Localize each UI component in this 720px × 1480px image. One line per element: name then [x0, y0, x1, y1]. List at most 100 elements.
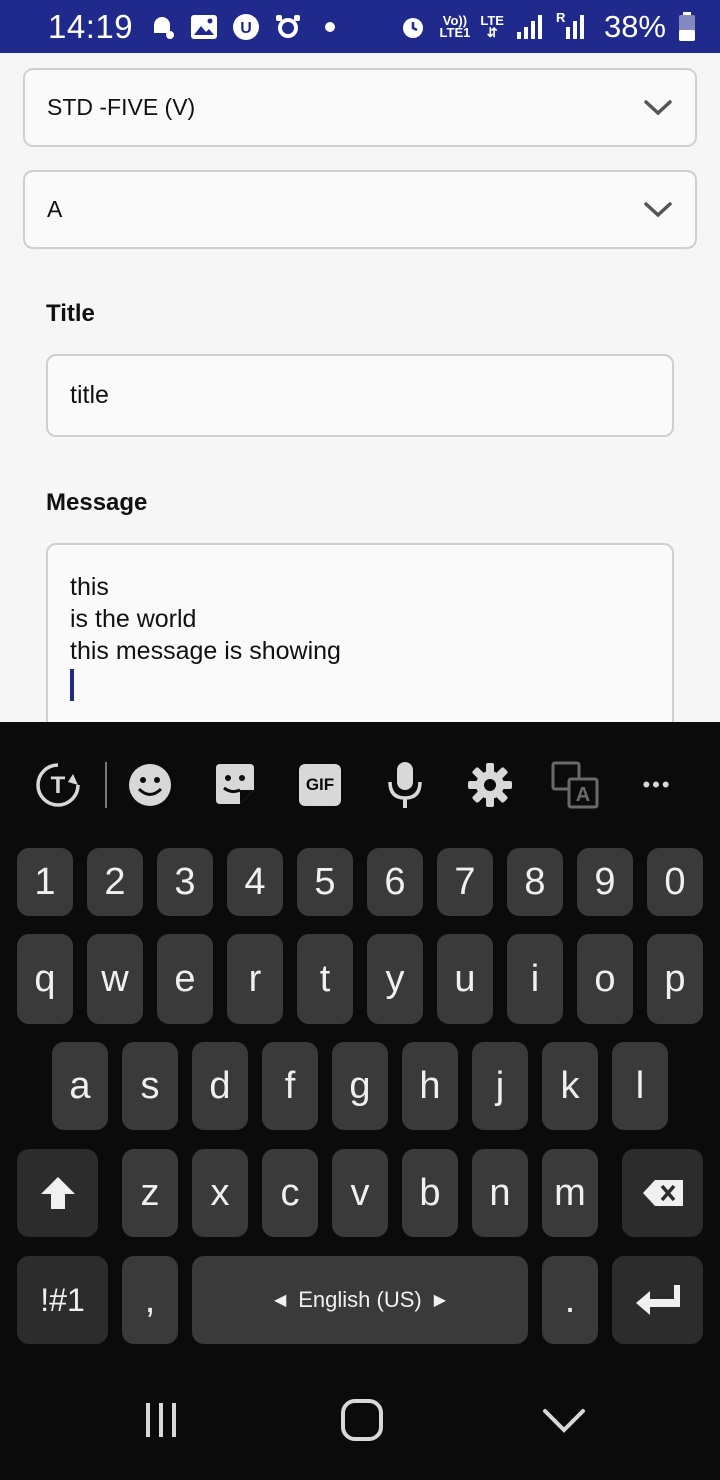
key-e[interactable]: e [157, 934, 213, 1024]
section-dropdown-value: A [47, 196, 63, 222]
settings-icon[interactable] [460, 757, 520, 813]
chevron-down-icon [644, 201, 672, 217]
message-line: this [70, 573, 109, 601]
key-x[interactable]: x [192, 1149, 248, 1237]
title-input[interactable]: title [46, 354, 674, 437]
enter-icon [635, 1285, 680, 1315]
notice-form: STD -FIVE (V) A Title title Message this… [0, 53, 720, 722]
key-u[interactable]: u [437, 934, 493, 1024]
key-9[interactable]: 9 [577, 848, 633, 916]
message-input[interactable]: this is the world this message is showin… [46, 543, 674, 722]
key-b[interactable]: b [402, 1149, 458, 1237]
space-key-label: English (US) [298, 1287, 422, 1312]
space-key[interactable]: ◀ English (US) ▶ [192, 1256, 528, 1344]
roaming-signal-icon: R [555, 9, 586, 42]
key-7[interactable]: 7 [437, 848, 493, 916]
home-icon[interactable] [332, 1390, 392, 1450]
keyboard-toolbar: T GIF A ••• [0, 722, 720, 846]
alarm-set-icon [398, 12, 428, 42]
microphone-icon[interactable] [375, 757, 435, 813]
svg-text:A: A [576, 784, 590, 806]
emoji-icon[interactable] [120, 757, 180, 813]
chevron-down-icon [644, 99, 672, 115]
symbols-key[interactable]: !#1 [17, 1256, 108, 1344]
lte1-label: LTE1 [439, 24, 471, 40]
key-5[interactable]: 5 [297, 848, 353, 916]
battery-icon [672, 11, 702, 42]
key-m[interactable]: m [542, 1149, 598, 1237]
text-cursor [70, 669, 74, 701]
key-s[interactable]: s [122, 1042, 178, 1130]
toolbar-divider [105, 762, 107, 808]
key-4[interactable]: 4 [227, 848, 283, 916]
gif-label: GIF [299, 764, 341, 806]
key-n[interactable]: n [472, 1149, 528, 1237]
svg-text:T: T [51, 772, 66, 799]
translate-text-icon[interactable]: T [28, 757, 88, 813]
key-2[interactable]: 2 [87, 848, 143, 916]
data-arrows-icon: ⇵ [486, 24, 498, 40]
back-icon[interactable] [534, 1390, 594, 1450]
sticker-icon[interactable] [205, 757, 265, 813]
shift-key[interactable] [17, 1149, 98, 1237]
shift-icon [40, 1177, 75, 1209]
roaming-label: R [555, 9, 566, 25]
status-bar: 14:19 U Vo)) LTE1 LTE ⇵ R 38% [0, 0, 720, 53]
class-dropdown[interactable]: STD -FIVE (V) [23, 68, 697, 147]
comma-key[interactable]: , [122, 1256, 178, 1344]
key-g[interactable]: g [332, 1042, 388, 1130]
left-arrow-icon: ◀ [273, 1292, 287, 1309]
keyboard: T GIF A ••• 1 2 3 4 5 6 7 8 9 0 q w e r … [0, 722, 720, 1360]
key-8[interactable]: 8 [507, 848, 563, 916]
key-1[interactable]: 1 [17, 848, 73, 916]
key-r[interactable]: r [227, 934, 283, 1024]
backspace-icon [642, 1180, 683, 1206]
key-f[interactable]: f [262, 1042, 318, 1130]
key-a[interactable]: a [52, 1042, 108, 1130]
key-c[interactable]: c [262, 1149, 318, 1237]
recents-icon[interactable] [131, 1390, 191, 1450]
key-i[interactable]: i [507, 934, 563, 1024]
right-arrow-icon: ▶ [433, 1292, 447, 1309]
message-label: Message [46, 489, 148, 516]
key-l[interactable]: l [612, 1042, 668, 1130]
enter-key[interactable] [612, 1256, 703, 1344]
title-input-value: title [70, 381, 109, 409]
translate-icon[interactable]: A [545, 757, 605, 813]
key-o[interactable]: o [577, 934, 633, 1024]
period-key[interactable]: . [542, 1256, 598, 1344]
volte-indicator: Vo)) LTE1 [439, 14, 471, 40]
navigation-bar [0, 1360, 720, 1480]
battery-percent: 38% [603, 8, 666, 44]
key-6[interactable]: 6 [367, 848, 423, 916]
gif-icon[interactable]: GIF [290, 757, 350, 813]
more-label: ••• [642, 772, 672, 797]
key-0[interactable]: 0 [647, 848, 703, 916]
notification-bell-icon [147, 12, 177, 42]
timer-icon: U [231, 12, 261, 42]
key-p[interactable]: p [647, 934, 703, 1024]
more-icon[interactable]: ••• [627, 757, 687, 813]
key-v[interactable]: v [332, 1149, 388, 1237]
message-line: this message is showing [70, 637, 341, 665]
key-j[interactable]: j [472, 1042, 528, 1130]
class-dropdown-value: STD -FIVE (V) [47, 94, 196, 120]
section-dropdown[interactable]: A [23, 170, 697, 249]
key-d[interactable]: d [192, 1042, 248, 1130]
svg-text:U: U [240, 20, 252, 37]
key-k[interactable]: k [542, 1042, 598, 1130]
message-line: is the world [70, 605, 197, 633]
gallery-icon [189, 12, 219, 42]
key-q[interactable]: q [17, 934, 73, 1024]
backspace-key[interactable] [622, 1149, 703, 1237]
key-y[interactable]: y [367, 934, 423, 1024]
key-w[interactable]: w [87, 934, 143, 1024]
key-z[interactable]: z [122, 1149, 178, 1237]
key-h[interactable]: h [402, 1042, 458, 1130]
key-3[interactable]: 3 [157, 848, 213, 916]
signal-icon [514, 12, 544, 42]
dot-icon [315, 12, 345, 42]
lte-indicator: LTE ⇵ [480, 14, 504, 40]
title-label: Title [46, 300, 95, 327]
key-t[interactable]: t [297, 934, 353, 1024]
